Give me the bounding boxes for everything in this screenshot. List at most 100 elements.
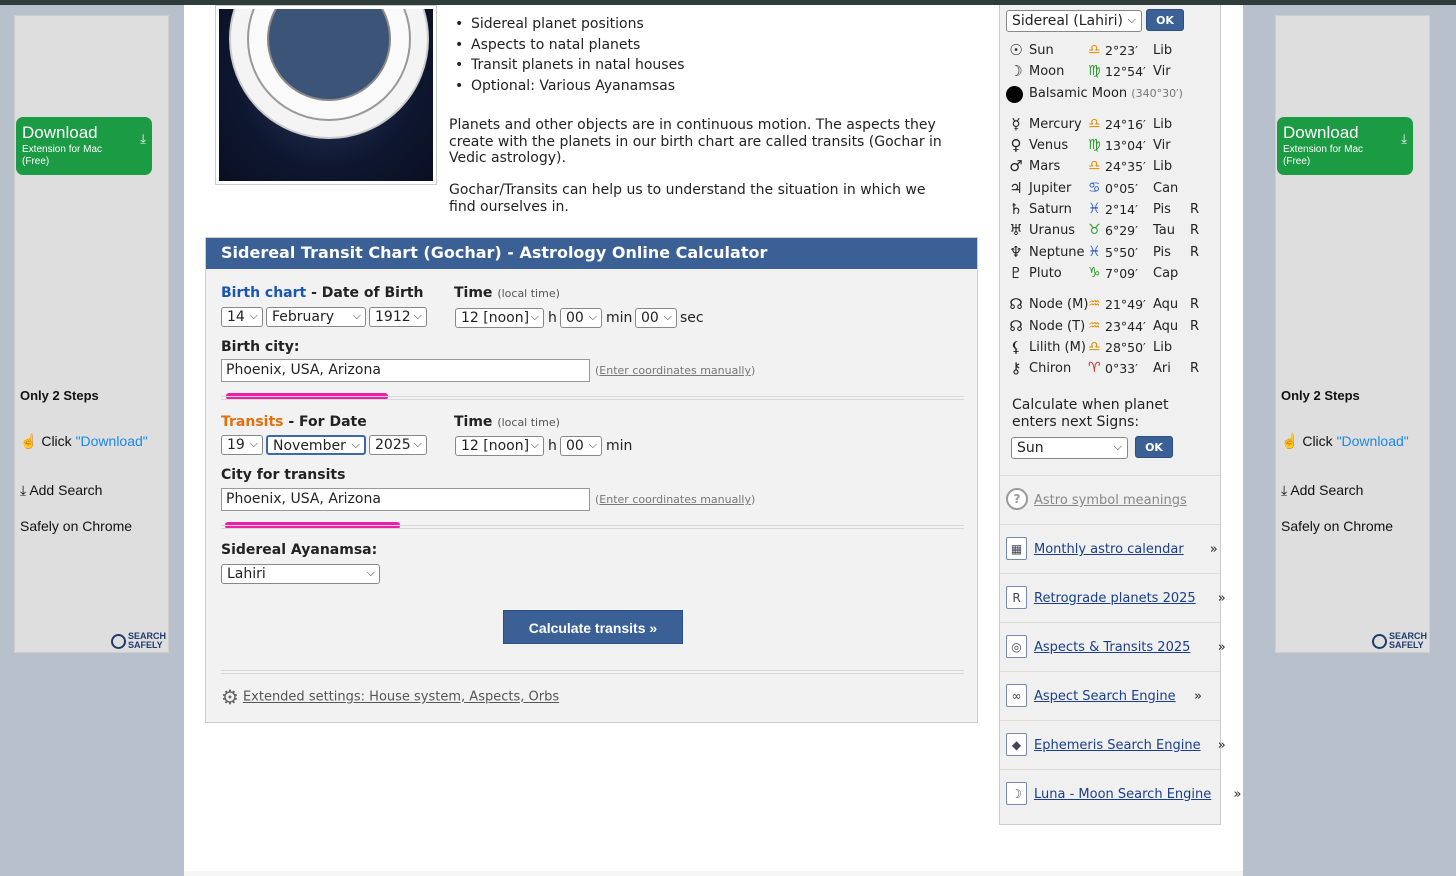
chart-wheel-illustration <box>219 9 433 181</box>
ayanamsa-ok-button[interactable]: OK <box>1146 9 1184 31</box>
sidebar-link[interactable]: Aspects & Transits 2025 <box>1034 640 1190 655</box>
planet-sign: Lib <box>1153 43 1173 58</box>
sidebar-link-row: ☽ Luna - Moon Search Engine » <box>1000 769 1241 818</box>
birth-day-select[interactable]: 14 ⌵ <box>221 307 263 327</box>
question-icon: ? <box>1006 488 1028 510</box>
birth-coords-link[interactable]: (Enter coordinates manually) <box>595 364 755 377</box>
planet-row: ♆ Neptune ♓ 5°50′ Pis R <box>1006 243 1218 264</box>
sidebar-link[interactable]: Ephemeris Search Engine <box>1034 738 1201 753</box>
sidebar-links: ? Astro symbol meanings ▦ Monthly astro cal… <box>1000 475 1241 818</box>
chevron-down-icon: ⌵ <box>352 309 361 322</box>
ephemeris-icon: ◆ <box>1006 733 1027 756</box>
step-add: ⤓ Add Search <box>20 482 103 498</box>
download-button[interactable]: Download Extension for Mac (Free) ⤓ <box>1277 117 1413 175</box>
planet-degree: 13°04′ <box>1105 138 1146 154</box>
planet-row: ⚸ Lilith (M) ♎ 28°50′ Lib <box>1006 338 1218 359</box>
hour-unit: h <box>548 310 557 326</box>
download-icon: ⤓ <box>140 131 146 146</box>
transit-city-input[interactable]: Phoenix, USA, Arizona <box>221 488 590 511</box>
birth-min-select[interactable]: 00 ⌵ <box>560 308 602 328</box>
divider <box>221 670 964 674</box>
raquo-icon: » <box>1217 640 1226 655</box>
sign-glyph-icon: ♉ <box>1088 222 1101 239</box>
globe-icon <box>110 633 126 649</box>
feature-list: Sidereal planet positions Aspects to nat… <box>455 14 685 96</box>
sidebar-link[interactable]: Luna - Moon Search Engine <box>1034 787 1211 802</box>
birth-chart-link[interactable]: Birth chart <box>221 285 306 301</box>
planet-name: Chiron <box>1029 361 1072 377</box>
planet-glyph-icon: ♇ <box>1009 263 1023 282</box>
birth-hour-select[interactable]: 12 [noon] ⌵ <box>455 308 544 328</box>
birth-year-select[interactable]: 1912 ⌵ <box>369 307 427 327</box>
transit-year-select[interactable]: 2025 ⌵ <box>369 435 427 455</box>
transit-hour-select[interactable]: 12 [noon] ⌵ <box>455 436 544 456</box>
ayanamsa-sidebar-select[interactable]: Sidereal (Lahiri) ⌵ <box>1006 10 1142 32</box>
planet-sign-select[interactable]: Sun ⌵ <box>1011 437 1128 459</box>
sign-glyph-icon: ♑ <box>1088 264 1101 281</box>
planet-degree: 23°44′ <box>1105 318 1146 334</box>
chevron-down-icon: ⌵ <box>366 566 375 579</box>
sidebar-link[interactable]: Retrograde planets 2025 <box>1034 591 1196 606</box>
step-safely: Safely on Chrome <box>20 518 133 534</box>
transit-month-select[interactable]: November ⌵ <box>266 435 366 455</box>
birth-time-label: Time (local time) <box>454 285 560 301</box>
globe-icon <box>1371 633 1387 649</box>
birth-month-select[interactable]: February ⌵ <box>266 307 366 327</box>
transit-coords-link[interactable]: (Enter coordinates manually) <box>595 493 755 506</box>
min-unit: min <box>606 310 633 326</box>
feature-item: Aspects to natal planets <box>455 35 685 56</box>
planet-row: ♃ Jupiter ♋ 0°05′ Can <box>1006 179 1218 200</box>
planet-degree: 24°35′ <box>1105 159 1146 175</box>
retrograde-flag: R <box>1190 244 1200 260</box>
divider <box>221 525 964 529</box>
steps-title: Only 2 Steps <box>20 388 99 403</box>
sec-unit: sec <box>680 310 704 326</box>
right-ad: Download Extension for Mac (Free) ⤓ Only… <box>1275 15 1430 653</box>
enter-signs-ok-button[interactable]: OK <box>1135 436 1173 458</box>
download-arrow-icon: ⤓ <box>20 482 30 498</box>
transit-min-select[interactable]: 00 ⌵ <box>560 436 602 456</box>
planet-glyph-icon: ☊ <box>1009 316 1023 335</box>
intro-paragraph-2: Gochar/Transits can help us to understan… <box>449 182 926 215</box>
planet-name: Node (M) <box>1029 297 1089 313</box>
planet-sign: Aqu <box>1153 297 1179 313</box>
birth-sec-select[interactable]: 00 ⌵ <box>635 308 677 328</box>
sidebar-link[interactable]: Monthly astro calendar <box>1034 542 1184 557</box>
calculate-transits-button[interactable]: Calculate transits » <box>503 610 683 644</box>
planet-row: ♂ Mars ♎ 24°35′ Lib <box>1006 157 1218 178</box>
calendar-icon: ▦ <box>1006 537 1027 560</box>
sidebar-link-row: R Retrograde planets 2025 » <box>1000 573 1226 622</box>
birth-city-input[interactable]: Phoenix, USA, Arizona <box>221 359 590 382</box>
download-link[interactable]: "Download" <box>76 433 148 449</box>
transit-day-select[interactable]: 19 ⌵ <box>221 435 263 455</box>
transits-link[interactable]: Transits <box>221 414 284 430</box>
ayanamsa-select[interactable]: Lahiri ⌵ <box>221 564 380 584</box>
chevron-down-icon: ⌵ <box>530 438 539 451</box>
download-link[interactable]: "Download" <box>1337 433 1409 449</box>
sign-glyph-icon: ♎ <box>1088 338 1101 355</box>
birth-date-label: Birth chart - Date of Birth <box>221 285 424 301</box>
extended-settings[interactable]: ⚙ Extended settings: House system, Aspect… <box>221 685 559 709</box>
chevron-down-icon: ⌵ <box>588 310 597 323</box>
moon-icon: ☽ <box>1006 782 1027 805</box>
chevron-down-icon: ⌵ <box>413 437 422 450</box>
chevron-down-icon: ⌵ <box>588 438 597 451</box>
download-button[interactable]: Download Extension for Mac (Free) ⤓ <box>16 117 152 175</box>
planet-glyph-icon: ♅ <box>1009 221 1023 240</box>
planet-sign: Lib <box>1153 339 1173 355</box>
planet-sign: Lib <box>1153 159 1173 175</box>
planet-glyph-icon: ♂ <box>1009 157 1023 176</box>
planet-name: Venus <box>1029 138 1069 154</box>
sidebar-link[interactable]: Aspect Search Engine <box>1034 689 1176 704</box>
retrograde-flag: R <box>1190 202 1200 218</box>
planet-sign: Pis <box>1153 244 1171 260</box>
chevron-down-icon: ⌵ <box>663 310 672 323</box>
planet-row: ♅ Uranus ♉ 6°29′ Tau R <box>1006 221 1218 242</box>
planet-name: Lilith (M) <box>1029 339 1086 355</box>
chart-wheel-image <box>215 5 437 185</box>
sidebar-link[interactable]: Astro symbol meanings <box>1034 493 1187 508</box>
feature-item: Optional: Various Ayanamsas <box>455 76 685 97</box>
planet-glyph-icon: ♆ <box>1009 242 1023 261</box>
planet-sign: Can <box>1153 180 1179 196</box>
balsamic-moon-row: Balsamic Moon (340°30′) <box>1006 84 1218 105</box>
